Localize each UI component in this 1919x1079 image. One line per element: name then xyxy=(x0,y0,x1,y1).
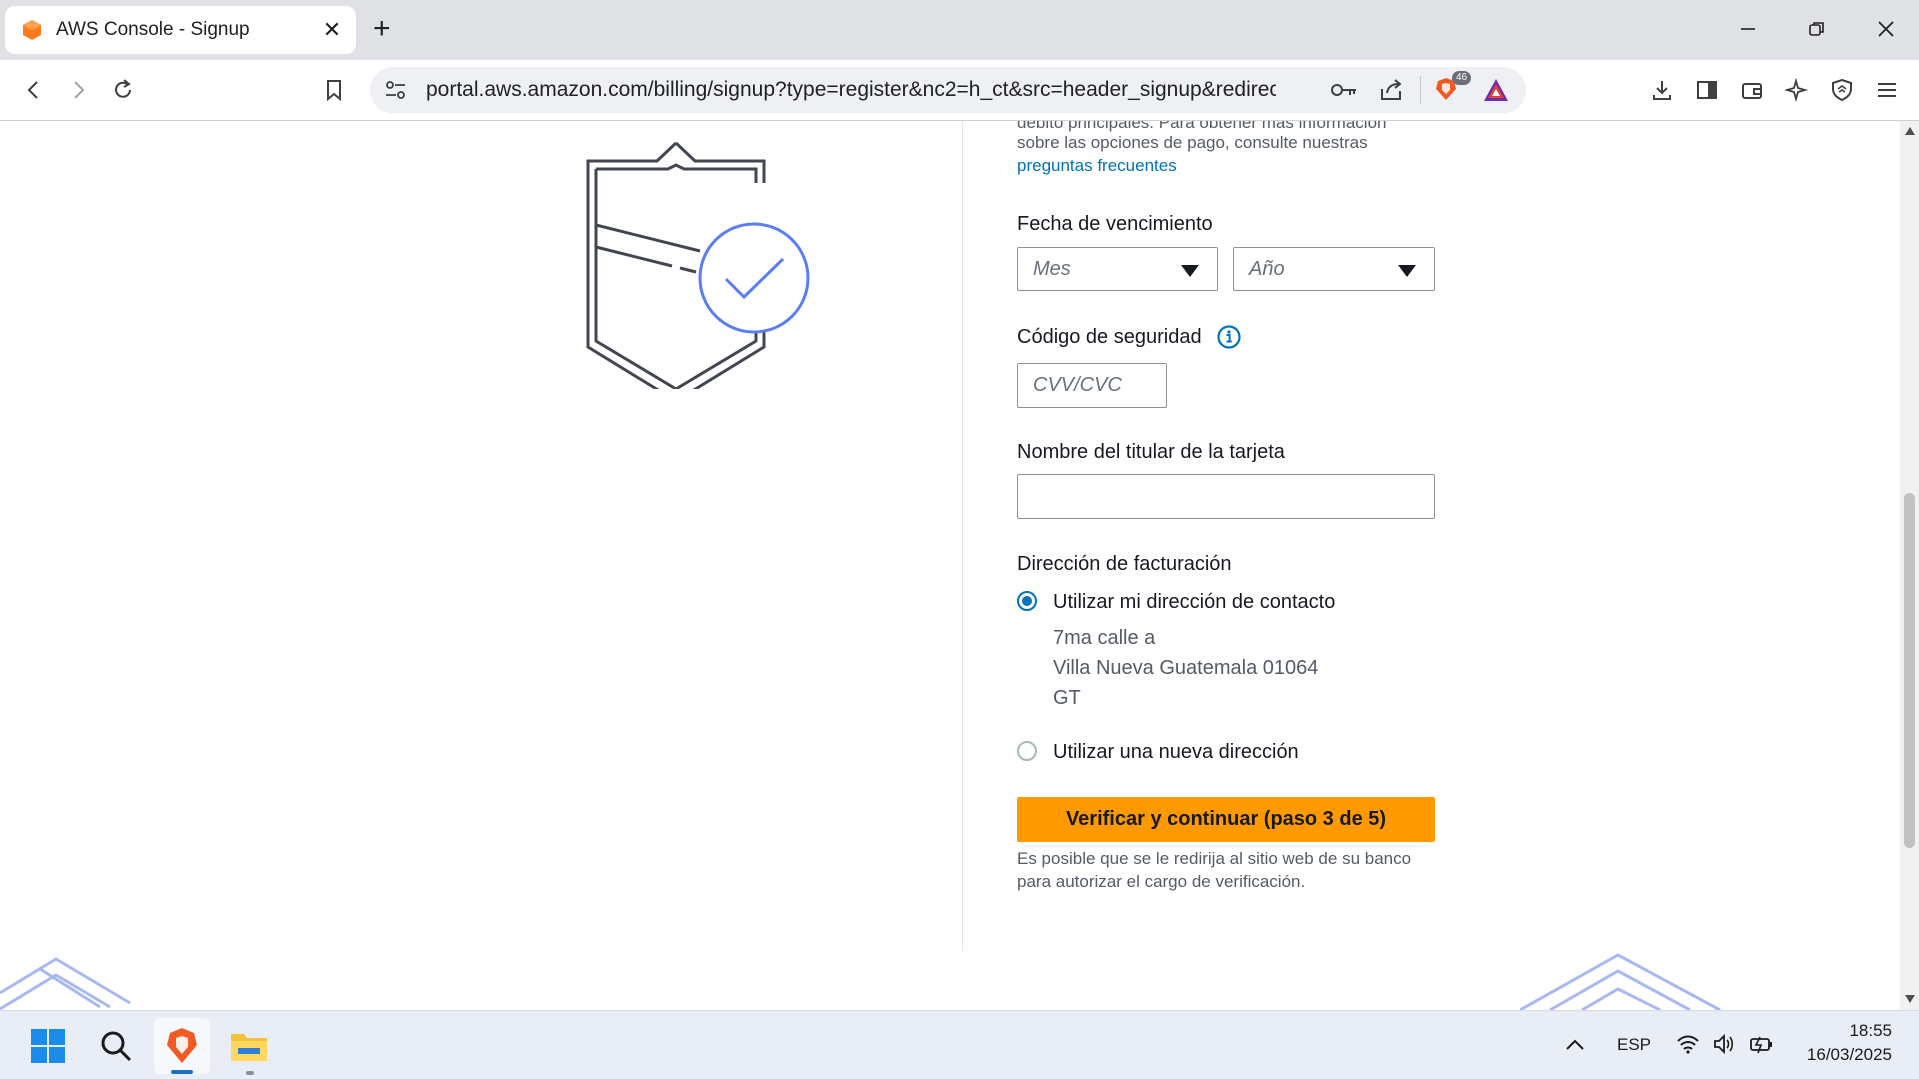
year-placeholder: Año xyxy=(1249,258,1285,280)
restore-icon xyxy=(1809,22,1824,36)
payment-text-partial: débito principales. Para obtener más inf… xyxy=(1017,121,1387,132)
wallet-icon xyxy=(1742,83,1762,99)
address-line-3: GT xyxy=(1053,687,1081,709)
radio-contact-address[interactable] xyxy=(1017,591,1037,611)
column-divider xyxy=(962,121,963,951)
chevron-up-icon xyxy=(1566,1039,1584,1050)
month-placeholder: Mes xyxy=(1033,258,1071,280)
payment-options-text: sobre las opciones de pago, consulte nue… xyxy=(1017,133,1368,152)
shields-count-badge: 46 xyxy=(1452,71,1472,85)
decorative-pattern-left xyxy=(0,957,131,1010)
key-icon[interactable] xyxy=(1330,79,1358,101)
volume-icon[interactable] xyxy=(1712,1033,1736,1055)
cardholder-label: Nombre del titular de la tarjeta xyxy=(1017,441,1285,463)
leo-ai-button[interactable] xyxy=(1780,73,1814,107)
option-new-address-label[interactable]: Utilizar una nueva dirección xyxy=(1053,741,1299,764)
menu-button[interactable] xyxy=(1870,73,1904,107)
forward-icon xyxy=(74,81,85,99)
radio-new-address[interactable] xyxy=(1017,741,1037,761)
cvv-placeholder: CVV/CVC xyxy=(1033,374,1122,396)
page-scrollbar[interactable] xyxy=(1900,121,1919,1010)
browser-toolbar: portal.aws.amazon.com/billing/signup?typ… xyxy=(0,60,1919,121)
taskbar-brave-browser[interactable] xyxy=(154,1018,210,1074)
scrollbar-thumb[interactable] xyxy=(1904,493,1915,848)
new-tab-button[interactable]: + xyxy=(373,14,391,44)
address-line-1: 7ma calle a xyxy=(1053,627,1156,649)
brave-browser-icon xyxy=(167,1028,197,1063)
bookmark-button[interactable] xyxy=(317,73,351,107)
minimize-icon xyxy=(1741,28,1755,30)
tab-title: AWS Console - Signup xyxy=(56,19,250,40)
taskbar: ESP 18:55 16/03/2025 xyxy=(0,1010,1919,1079)
show-hidden-icons-button[interactable] xyxy=(1562,1031,1588,1057)
verify-continue-button[interactable]: Verificar y continuar (paso 3 de 5) xyxy=(1017,797,1435,842)
billing-address-label: Dirección de facturación xyxy=(1017,553,1232,575)
back-icon xyxy=(27,81,38,99)
windows-logo-icon xyxy=(31,1029,65,1063)
reload-icon xyxy=(115,79,131,98)
clock-time[interactable]: 18:55 xyxy=(1848,1021,1892,1041)
cvv-input[interactable]: CVV/CVC xyxy=(1017,363,1167,408)
decorative-pattern-right xyxy=(1520,953,1721,1010)
option-contact-address-label[interactable]: Utilizar mi dirección de contacto xyxy=(1053,591,1335,614)
share-icon[interactable] xyxy=(1378,77,1404,103)
faq-link[interactable]: preguntas frecuentes xyxy=(1017,156,1177,176)
search-button[interactable] xyxy=(96,1026,136,1066)
bank-redirect-note-line2: para autorizar el cargo de verificación. xyxy=(1017,872,1306,891)
restore-button[interactable] xyxy=(1797,12,1837,46)
bank-redirect-note-line1: Es posible que se le redirija al sitio w… xyxy=(1017,849,1412,868)
omnibox-divider xyxy=(1420,76,1421,104)
page-content: débito principales. Para obtener más inf… xyxy=(0,121,1900,1010)
url-text: portal.aws.amazon.com/billing/signup?typ… xyxy=(426,78,1276,101)
open-app-indicator xyxy=(246,1071,254,1075)
close-window-button[interactable] xyxy=(1866,12,1906,46)
close-icon xyxy=(1878,21,1894,37)
wallet-button[interactable] xyxy=(1735,73,1769,107)
clock-date[interactable]: 16/03/2025 xyxy=(1790,1045,1892,1065)
taskbar-file-explorer[interactable] xyxy=(226,1023,272,1075)
sparkle-icon xyxy=(1785,78,1809,102)
minimize-button[interactable] xyxy=(1728,12,1768,46)
active-app-indicator xyxy=(171,1070,193,1074)
start-button[interactable] xyxy=(28,1026,68,1066)
bookmark-icon xyxy=(327,80,341,102)
caret-down-icon xyxy=(1181,265,1199,277)
sidebar-button[interactable] xyxy=(1690,73,1724,107)
address-bar[interactable]: portal.aws.amazon.com/billing/signup?typ… xyxy=(370,67,1526,113)
back-button[interactable] xyxy=(17,73,51,107)
language-indicator[interactable]: ESP xyxy=(1617,1035,1651,1055)
security-shield-illustration xyxy=(586,141,810,389)
scroll-up-icon[interactable] xyxy=(1905,127,1915,135)
info-icon[interactable] xyxy=(1216,324,1242,350)
brave-rewards-icon[interactable] xyxy=(1482,77,1510,103)
search-icon xyxy=(101,1031,132,1062)
folder-icon xyxy=(231,1034,267,1061)
expiry-label: Fecha de vencimiento xyxy=(1017,213,1213,235)
hamburger-menu-icon xyxy=(1878,83,1896,97)
browser-tab[interactable]: AWS Console - Signup ✕ xyxy=(5,6,356,54)
tab-close-icon[interactable]: ✕ xyxy=(320,17,344,43)
aws-favicon-icon xyxy=(23,20,41,40)
vpn-button[interactable] xyxy=(1825,73,1859,107)
reload-button[interactable] xyxy=(106,73,140,107)
year-select[interactable]: Año xyxy=(1233,247,1435,291)
download-icon xyxy=(1653,81,1671,100)
tab-strip: AWS Console - Signup ✕ + xyxy=(0,0,1919,60)
site-settings-icon xyxy=(386,81,405,99)
sidebar-icon xyxy=(1697,81,1717,99)
address-line-2: Villa Nueva Guatemala 01064 xyxy=(1053,657,1319,679)
scroll-down-icon[interactable] xyxy=(1905,995,1915,1003)
month-select[interactable]: Mes xyxy=(1017,247,1218,291)
vpn-shield-icon xyxy=(1832,78,1852,102)
caret-down-icon xyxy=(1398,265,1416,277)
battery-charging-icon[interactable] xyxy=(1748,1033,1774,1055)
wifi-icon[interactable] xyxy=(1676,1034,1700,1054)
cardholder-name-input[interactable] xyxy=(1017,474,1435,519)
security-code-label: Código de seguridad xyxy=(1017,326,1202,348)
downloads-button[interactable] xyxy=(1645,73,1679,107)
forward-button[interactable] xyxy=(61,73,95,107)
